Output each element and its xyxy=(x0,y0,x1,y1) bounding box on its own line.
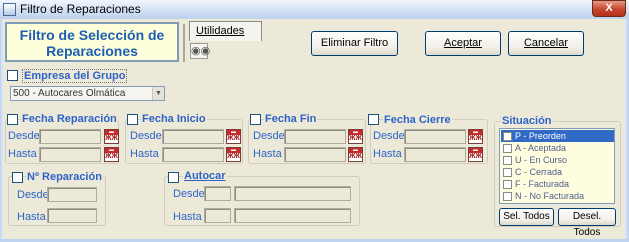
autocar-label: Autocar xyxy=(183,170,227,182)
title-bar: Filtro de Reparaciones X xyxy=(0,0,629,19)
autocar-desde-code-input[interactable] xyxy=(204,186,231,201)
fecha-cierre-hasta-input[interactable] xyxy=(404,147,466,162)
fecha-reparacion-checkbox[interactable] xyxy=(7,114,18,125)
list-item-label: P - Preorden xyxy=(515,131,566,141)
close-button[interactable]: X xyxy=(592,0,626,17)
autocar-desde-label: Desde xyxy=(173,188,205,200)
fecha-cierre-desde-label: Desde xyxy=(373,130,405,142)
calendar-icon[interactable]: ▬ ЖЖ xyxy=(104,129,119,144)
binoculars-icon[interactable]: ◉◉ xyxy=(190,43,210,59)
fecha-reparacion-desde-input[interactable] xyxy=(39,129,101,144)
header-line-2: Reparaciones xyxy=(46,43,138,59)
list-item-label: A - Aceptada xyxy=(515,143,567,153)
fecha-reparacion-hasta-label: Hasta xyxy=(8,148,37,160)
tab-utilidades[interactable]: Utilidades xyxy=(189,21,262,41)
checkbox[interactable] xyxy=(503,192,512,201)
fecha-reparacion-label: Fecha Reparación xyxy=(21,113,118,125)
situacion-item-aceptada[interactable]: A - Aceptada xyxy=(501,142,614,154)
fecha-inicio-hasta-input[interactable] xyxy=(162,147,224,162)
autocar-hasta-label: Hasta xyxy=(173,211,202,223)
calendar-icon[interactable]: ▬ ЖЖ xyxy=(104,147,119,162)
autocar-label-text: Autocar xyxy=(184,170,226,182)
checkbox[interactable] xyxy=(503,156,512,165)
header-line-1: Filtro de Selección de xyxy=(19,27,165,43)
num-reparacion-checkbox[interactable] xyxy=(12,172,23,183)
calendar-icon[interactable]: ▬ ЖЖ xyxy=(226,129,241,144)
fecha-inicio-desde-input[interactable] xyxy=(162,129,224,144)
checkbox[interactable] xyxy=(503,168,512,177)
fecha-fin-label: Fecha Fin xyxy=(264,113,318,125)
window-title: Filtro de Reparaciones xyxy=(20,2,141,16)
fecha-inicio-label: Fecha Inicio xyxy=(141,113,207,125)
form-header: Filtro de Selección de Reparaciones xyxy=(5,22,179,62)
fecha-cierre-desde-input[interactable] xyxy=(404,129,466,144)
situacion-label: Situación xyxy=(501,115,553,127)
fecha-inicio-desde-label: Desde xyxy=(130,130,162,142)
fecha-fin-checkbox[interactable] xyxy=(250,114,261,125)
empresa-label: Empresa del Grupo xyxy=(22,69,128,83)
list-item-label: F - Facturada xyxy=(515,179,570,189)
select-all-button[interactable]: Sel. Todos xyxy=(499,208,554,226)
accept-label: Aceptar xyxy=(444,37,482,49)
checkbox[interactable] xyxy=(503,132,512,141)
divider xyxy=(183,24,185,62)
app-icon xyxy=(3,3,16,16)
tab-utilidades-label: Utilidades xyxy=(196,25,245,37)
fecha-fin-hasta-label: Hasta xyxy=(253,148,282,160)
fecha-inicio-checkbox[interactable] xyxy=(127,114,138,125)
fecha-cierre-checkbox[interactable] xyxy=(368,114,379,125)
list-item-label: U - En Curso xyxy=(515,155,568,165)
clear-filter-button[interactable]: Eliminar Filtro xyxy=(311,31,398,56)
empresa-checkbox[interactable] xyxy=(7,70,18,81)
autocar-desde-name-input[interactable] xyxy=(234,186,351,201)
situacion-item-en-curso[interactable]: U - En Curso xyxy=(501,154,614,166)
autocar-checkbox[interactable] xyxy=(168,172,179,183)
num-reparacion-desde-input[interactable] xyxy=(47,187,97,202)
calendar-icon[interactable]: ▬ ЖЖ xyxy=(226,147,241,162)
list-item-label: C - Cerrada xyxy=(515,167,563,177)
fecha-fin-desde-input[interactable] xyxy=(284,129,346,144)
situacion-item-preorden[interactable]: P - Preorden xyxy=(501,130,614,142)
empresa-select[interactable]: 500 - Autocares Olmática xyxy=(10,86,165,101)
situacion-list[interactable]: P - Preorden A - Aceptada U - En Curso C… xyxy=(499,128,615,204)
autocar-hasta-name-input[interactable] xyxy=(234,208,351,223)
fecha-fin-desde-label: Desde xyxy=(253,130,285,142)
fecha-fin-hasta-input[interactable] xyxy=(284,147,346,162)
calendar-icon[interactable]: ▬ ЖЖ xyxy=(468,147,483,162)
num-reparacion-label: Nº Reparación xyxy=(26,171,103,183)
autocar-hasta-code-input[interactable] xyxy=(204,208,231,223)
calendar-icon[interactable]: ▬ ЖЖ xyxy=(348,129,363,144)
list-item-label: N - No Facturada xyxy=(515,191,585,201)
situacion-item-no-facturada[interactable]: N - No Facturada xyxy=(501,190,614,202)
situacion-item-cerrada[interactable]: C - Cerrada xyxy=(501,166,614,178)
num-reparacion-hasta-label: Hasta xyxy=(17,211,46,223)
deselect-all-button[interactable]: Desel. Todos xyxy=(558,208,616,238)
checkbox[interactable] xyxy=(503,180,512,189)
calendar-icon[interactable]: ▬ ЖЖ xyxy=(348,147,363,162)
cancel-label: Cancelar xyxy=(523,37,569,49)
checkbox[interactable] xyxy=(503,144,512,153)
fecha-cierre-label: Fecha Cierre xyxy=(383,114,452,126)
accept-button[interactable]: Aceptar xyxy=(425,31,501,56)
fecha-reparacion-hasta-input[interactable] xyxy=(39,147,101,162)
chevron-down-icon[interactable]: ▼ xyxy=(152,87,164,100)
situacion-item-facturada[interactable]: F - Facturada xyxy=(501,178,614,190)
fecha-inicio-hasta-label: Hasta xyxy=(130,148,159,160)
fecha-cierre-hasta-label: Hasta xyxy=(373,148,402,160)
cancel-button[interactable]: Cancelar xyxy=(508,31,584,56)
num-reparacion-hasta-input[interactable] xyxy=(47,208,97,223)
calendar-icon[interactable]: ▬ ЖЖ xyxy=(468,129,483,144)
fecha-reparacion-desde-label: Desde xyxy=(8,130,40,142)
num-reparacion-desde-label: Desde xyxy=(17,189,49,201)
